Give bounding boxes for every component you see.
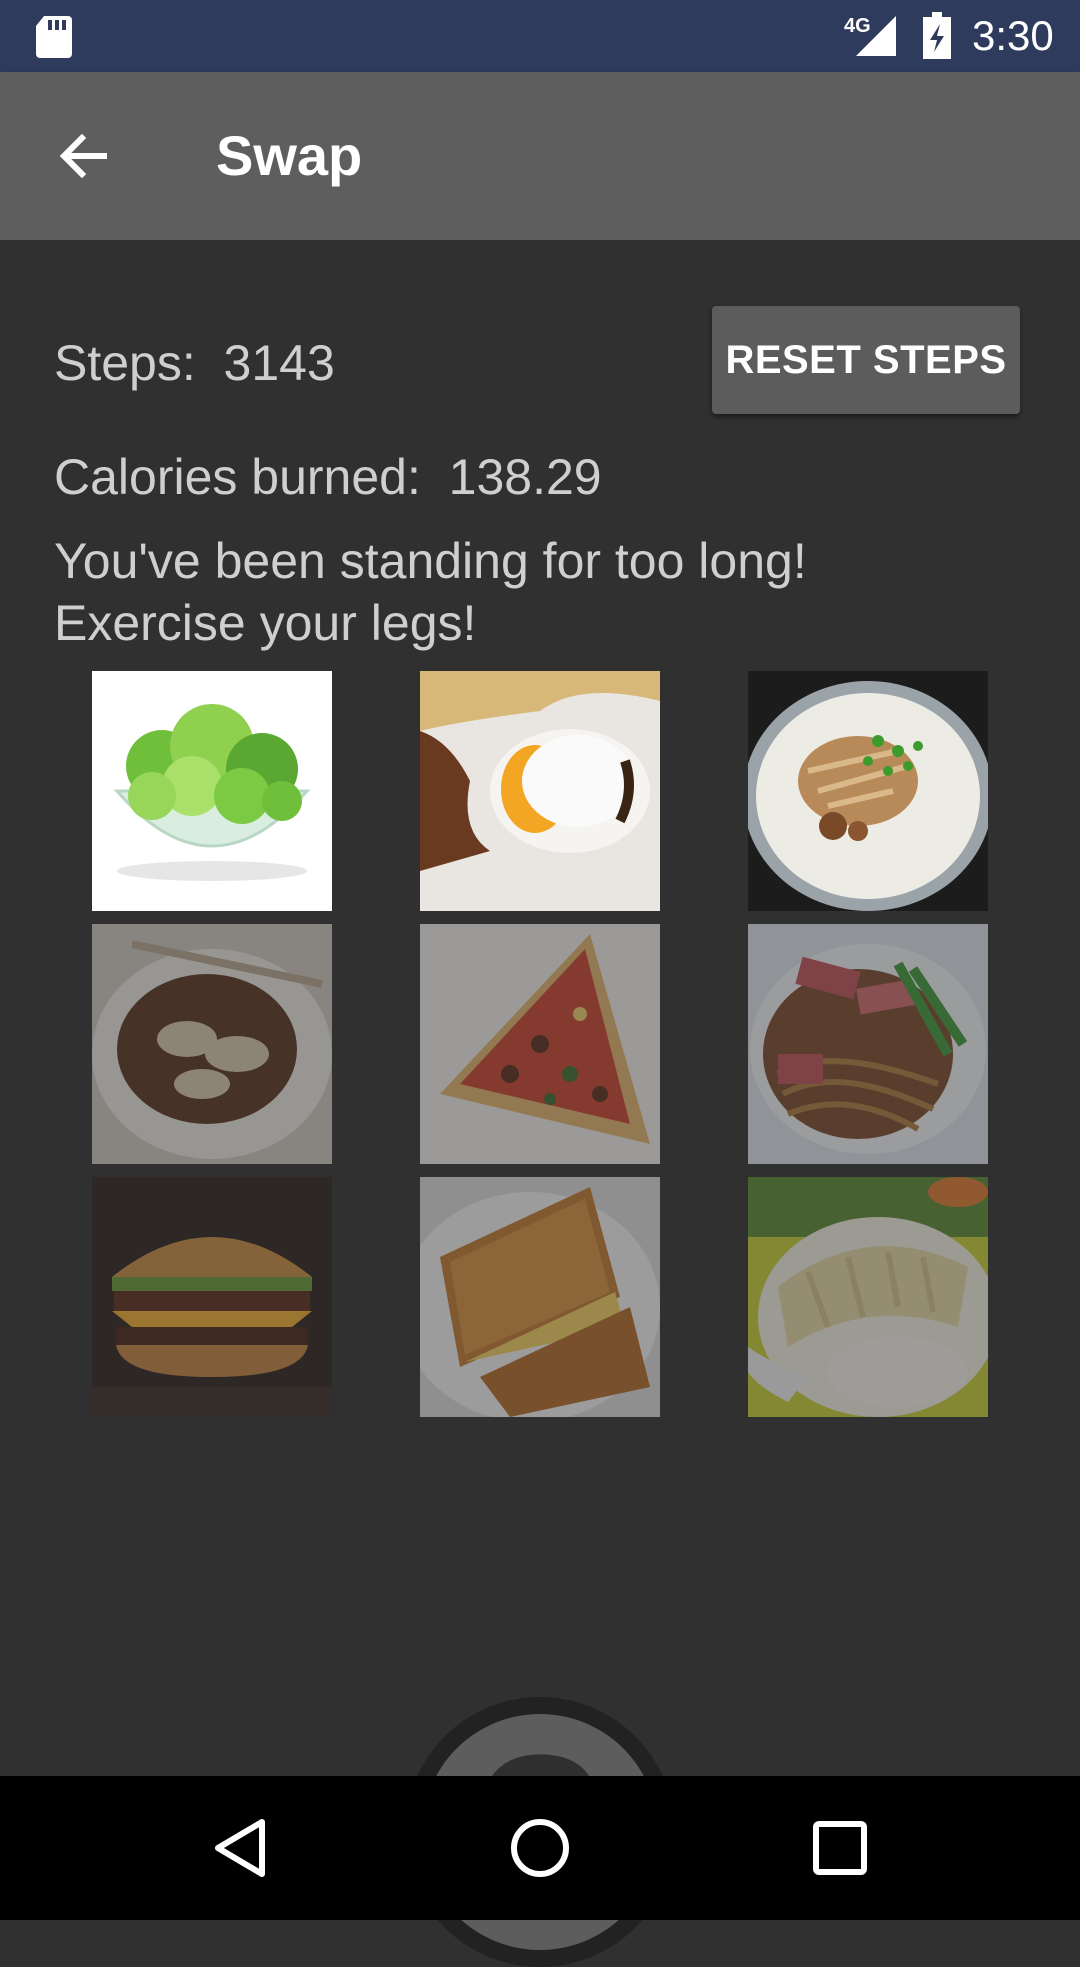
standing-message: You've been standing for too long! Exerc…: [54, 530, 1014, 654]
calories-value: 138.29: [448, 449, 602, 505]
steps-value: 3143: [223, 335, 335, 391]
egg-image: [420, 671, 660, 911]
reset-steps-button[interactable]: RESET STEPS: [712, 306, 1020, 414]
app-bar: Swap: [0, 72, 1080, 240]
locked-overlay: [420, 924, 660, 1164]
sd-card-icon: [36, 16, 72, 58]
network-type-label: 4G: [844, 15, 871, 37]
battery-charging-icon: [923, 12, 951, 59]
back-arrow-icon[interactable]: [52, 124, 116, 188]
salad-image: [92, 671, 332, 911]
steps-row: Steps: 3143: [54, 334, 335, 392]
food-tile-burger[interactable]: [92, 1177, 332, 1417]
food-tile-chicken-rice[interactable]: [748, 1177, 988, 1417]
food-tile-noodles[interactable]: [748, 924, 988, 1164]
locked-overlay: [748, 1177, 988, 1417]
message-line-2: Exercise your legs!: [54, 595, 477, 651]
nav-home-icon[interactable]: [504, 1812, 576, 1884]
food-tile-salad[interactable]: [92, 671, 332, 911]
navigation-bar: [0, 1776, 1080, 1920]
steps-label: Steps:: [54, 335, 196, 391]
food-tile-egg[interactable]: [420, 671, 660, 911]
locked-overlay: [748, 924, 988, 1164]
status-bar: 4G 3:30: [0, 0, 1080, 72]
food-tile-sandwich[interactable]: [420, 1177, 660, 1417]
signal-4g-icon: 4G: [844, 15, 896, 56]
food-tile-porridge[interactable]: [748, 671, 988, 911]
locked-overlay: [92, 924, 332, 1164]
food-tile-rice-rolls[interactable]: [92, 924, 332, 1164]
nav-back-icon[interactable]: [206, 1812, 278, 1884]
calories-row: Calories burned: 138.29: [54, 448, 602, 506]
main-content: Steps: 3143 RESET STEPS Calories burned:…: [0, 240, 1080, 1967]
clock: 3:30: [972, 12, 1054, 59]
nav-recents-icon[interactable]: [804, 1812, 876, 1884]
porridge-image: [748, 671, 988, 911]
message-line-1: You've been standing for too long!: [54, 533, 807, 589]
locked-overlay: [420, 1177, 660, 1417]
food-tile-pizza[interactable]: [420, 924, 660, 1164]
calories-label: Calories burned:: [54, 449, 421, 505]
page-title: Swap: [216, 124, 363, 187]
locked-overlay: [92, 1177, 332, 1417]
